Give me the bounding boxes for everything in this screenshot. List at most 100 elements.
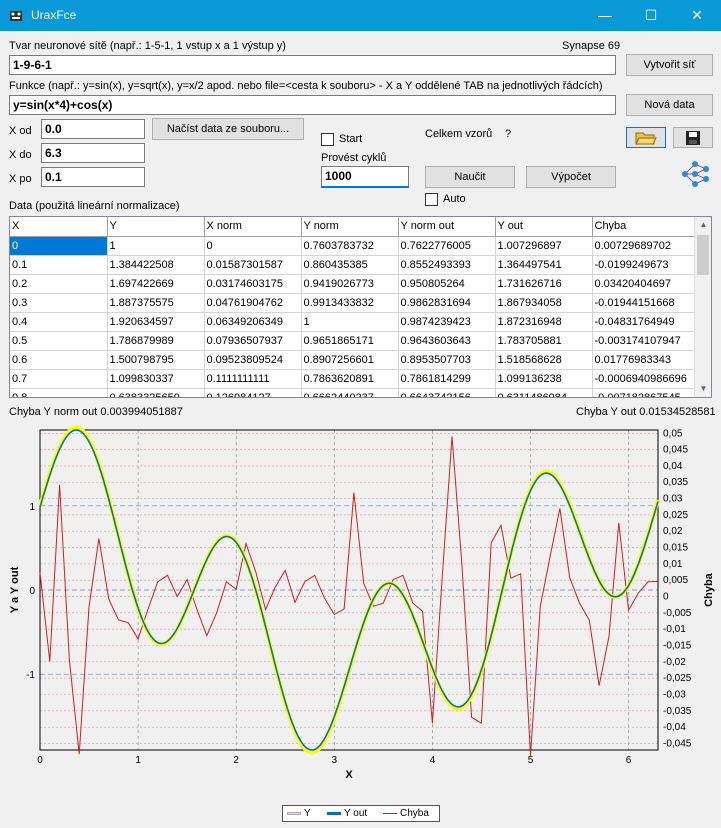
- table-cell[interactable]: 1.518568628: [495, 350, 593, 370]
- auto-checkbox[interactable]: [425, 193, 438, 206]
- table-cell[interactable]: 0.03174603175: [204, 274, 302, 294]
- column-header[interactable]: Y norm out: [398, 217, 496, 237]
- learn-button[interactable]: Naučit: [425, 166, 515, 188]
- table-cell[interactable]: 0.7: [10, 369, 108, 389]
- table-cell[interactable]: 1.783705881: [495, 331, 593, 351]
- x-from-input[interactable]: 0.0: [41, 119, 145, 139]
- table-cell[interactable]: 1.731626716: [495, 274, 593, 294]
- table-cell[interactable]: 0.1: [10, 255, 108, 275]
- table-row[interactable]: 0.4 1.920634597 0.06349206349 1 0.9874239423…: [10, 312, 695, 332]
- open-file-button[interactable]: [626, 127, 666, 148]
- save-file-button[interactable]: [673, 127, 713, 148]
- cycles-input[interactable]: 1000: [321, 166, 409, 188]
- table-cell[interactable]: 0.126984127: [204, 388, 302, 397]
- table-cell[interactable]: 0.860435385: [301, 255, 399, 275]
- table-cell[interactable]: 0.4: [10, 312, 108, 332]
- table-cell[interactable]: 1.697422669: [107, 274, 205, 294]
- table-cell[interactable]: 0.9643603643: [398, 331, 496, 351]
- table-cell[interactable]: 0.1111111111: [204, 369, 302, 389]
- table-cell[interactable]: 0.9651865171: [301, 331, 399, 351]
- create-network-button[interactable]: Vytvořit síť: [626, 54, 713, 76]
- table-cell[interactable]: 0.7861814299: [398, 369, 496, 389]
- column-header[interactable]: Chyba: [592, 217, 695, 237]
- table-cell[interactable]: 0.7603783732: [301, 236, 399, 256]
- table-cell[interactable]: 0.9862831694: [398, 293, 496, 313]
- table-cell[interactable]: 0.8: [10, 388, 108, 397]
- column-header[interactable]: Y out: [495, 217, 593, 237]
- table-cell[interactable]: 0.5: [10, 331, 108, 351]
- table-cell[interactable]: 1.099136238: [495, 369, 593, 389]
- table-vertical-scrollbar[interactable]: ▲ ▼: [694, 217, 711, 397]
- table-cell[interactable]: -0.003174107947: [592, 331, 695, 351]
- load-from-file-button[interactable]: Načíst data ze souboru...: [152, 118, 304, 140]
- table-row[interactable]: 0.6 1.500798795 0.09523809524 0.8907256601 0…: [10, 350, 695, 370]
- table-cell[interactable]: 1: [301, 312, 399, 332]
- table-cell[interactable]: 0.7622776005: [398, 236, 496, 256]
- table-cell[interactable]: 1.364497541: [495, 255, 593, 275]
- table-cell[interactable]: -0.0199249673: [592, 255, 695, 275]
- table-cell[interactable]: 1.867934058: [495, 293, 593, 313]
- table-row[interactable]: 0.3 1.887375575 0.04761904762 0.9913433832 0…: [10, 293, 695, 313]
- scroll-up-icon[interactable]: ▲: [695, 217, 711, 233]
- table-cell[interactable]: 0.09523809524: [204, 350, 302, 370]
- network-shape-input[interactable]: 1-9-6-1: [9, 55, 616, 75]
- data-grid[interactable]: XYX norm Y norm Y norm out Y out Chyba 0 1 0 0.…: [9, 216, 712, 398]
- start-checkbox[interactable]: [321, 133, 334, 146]
- scroll-thumb[interactable]: [697, 235, 709, 275]
- table-cell[interactable]: 0.6311486984: [495, 388, 593, 397]
- table-cell[interactable]: 0.03420404697: [592, 274, 695, 294]
- scroll-down-icon[interactable]: ▼: [695, 381, 711, 397]
- table-cell[interactable]: 1.872316948: [495, 312, 593, 332]
- new-data-button[interactable]: Nová data: [626, 94, 713, 116]
- table-cell[interactable]: 0.950805264: [398, 274, 496, 294]
- x-to-input[interactable]: 6.3: [41, 143, 145, 163]
- table-cell[interactable]: 0.7863620891: [301, 369, 399, 389]
- close-button[interactable]: ✕: [674, 0, 720, 31]
- table-cell[interactable]: 0.9874239423: [398, 312, 496, 332]
- column-header[interactable]: Y: [107, 217, 205, 237]
- column-header[interactable]: X norm: [204, 217, 302, 237]
- table-cell[interactable]: 0.2: [10, 274, 108, 294]
- table-cell[interactable]: -0.007182867545: [592, 388, 695, 397]
- table-cell[interactable]: 0.6383325659: [107, 388, 205, 397]
- table-cell[interactable]: 0.07936507937: [204, 331, 302, 351]
- table-cell[interactable]: 1.920634597: [107, 312, 205, 332]
- table-row[interactable]: 0.7 1.099830337 0.1111111111 0.7863620891 0.…: [10, 369, 695, 389]
- table-cell[interactable]: 0.6662440237: [301, 388, 399, 397]
- minimize-button[interactable]: —: [582, 0, 628, 31]
- compute-button[interactable]: Výpočet: [526, 166, 616, 188]
- column-header[interactable]: X: [10, 217, 108, 237]
- table-cell[interactable]: 1.786879989: [107, 331, 205, 351]
- table-cell[interactable]: 0.6: [10, 350, 108, 370]
- table-cell[interactable]: 1: [107, 236, 205, 256]
- table-cell[interactable]: 0.01776983343: [592, 350, 695, 370]
- table-row[interactable]: 0.5 1.786879989 0.07936507937 0.9651865171 0…: [10, 331, 695, 351]
- maximize-button[interactable]: ☐: [628, 0, 674, 31]
- table-row[interactable]: 0 1 0 0.7603783732 0.7622776005 1.007296897 0.…: [10, 236, 695, 256]
- table-cell[interactable]: 0: [204, 236, 302, 256]
- table-cell[interactable]: 1.099830337: [107, 369, 205, 389]
- table-cell[interactable]: 0.3: [10, 293, 108, 313]
- table-cell[interactable]: 1.887375575: [107, 293, 205, 313]
- table-cell[interactable]: 0: [10, 236, 108, 256]
- table-cell[interactable]: -0.0006940986696: [592, 369, 695, 389]
- table-row[interactable]: 0.2 1.697422669 0.03174603175 0.9419026773 0…: [10, 274, 695, 294]
- function-input[interactable]: y=sin(x*4)+cos(x): [9, 95, 616, 115]
- table-cell[interactable]: 0.04761904762: [204, 293, 302, 313]
- table-cell[interactable]: 0.00729689702: [592, 236, 695, 256]
- table-cell[interactable]: 1.007296897: [495, 236, 593, 256]
- table-cell[interactable]: 1.384422508: [107, 255, 205, 275]
- table-cell[interactable]: 0.6643742156: [398, 388, 496, 397]
- table-cell[interactable]: 0.9913433832: [301, 293, 399, 313]
- table-row[interactable]: 0.8 0.6383325659 0.126984127 0.6662440237 0.…: [10, 388, 695, 397]
- column-header[interactable]: Y norm: [301, 217, 399, 237]
- table-cell[interactable]: 0.8552493393: [398, 255, 496, 275]
- table-row[interactable]: 0.1 1.384422508 0.01587301587 0.860435385 0.…: [10, 255, 695, 275]
- x-step-input[interactable]: 0.1: [41, 167, 145, 187]
- table-cell[interactable]: -0.01944151668: [592, 293, 695, 313]
- table-cell[interactable]: 0.01587301587: [204, 255, 302, 275]
- table-cell[interactable]: 1.500798795: [107, 350, 205, 370]
- table-cell[interactable]: 0.8907256601: [301, 350, 399, 370]
- table-cell[interactable]: 0.9419026773: [301, 274, 399, 294]
- table-cell[interactable]: 0.06349206349: [204, 312, 302, 332]
